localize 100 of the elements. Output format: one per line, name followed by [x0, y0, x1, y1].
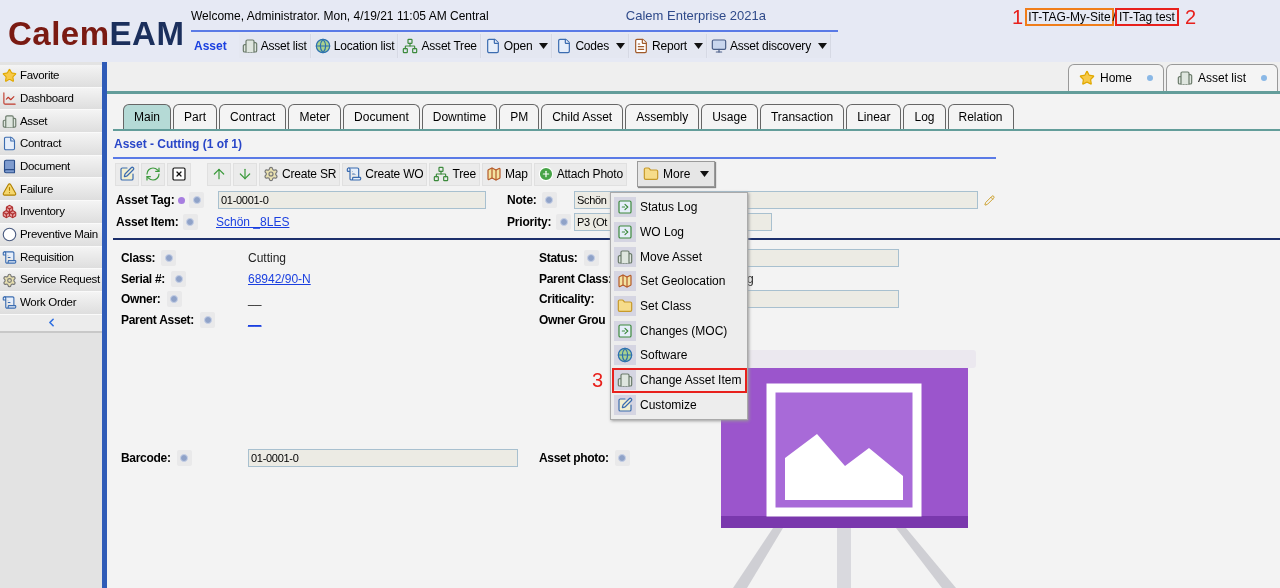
tab[interactable]: Contract [219, 104, 287, 129]
help-icon[interactable] [200, 311, 216, 328]
field-label: Asset photo: [539, 450, 609, 467]
gear-icon [2, 272, 17, 288]
field-value: Cutting [248, 250, 287, 268]
tab[interactable]: Log [903, 104, 946, 129]
menu-item[interactable]: Customize [612, 392, 747, 418]
sidebar-item[interactable]: Requisition [0, 246, 102, 270]
field-label: Barcode: [121, 450, 171, 467]
edit-icon [119, 166, 135, 182]
globe-icon [314, 38, 331, 54]
annotation-number: 1 [1012, 5, 1024, 29]
action-button[interactable]: Tree [429, 162, 480, 186]
help-icon[interactable] [556, 214, 572, 230]
gear-icon [263, 166, 279, 182]
sidebar-item[interactable]: Favorite [0, 65, 102, 88]
welcome-text: Welcome, Administrator. Mon, 4/19/21 11:05 AM Central [191, 7, 489, 25]
tab[interactable]: Downtime [421, 104, 498, 129]
sidebar-item[interactable]: Failure [0, 178, 102, 202]
globe-icon [617, 347, 633, 364]
field-label: Asset Tag: [116, 192, 175, 209]
field-label: Class: [121, 250, 156, 268]
field-label: Serial #: [121, 270, 165, 288]
help-icon[interactable] [541, 192, 557, 208]
star-icon [1078, 70, 1095, 86]
sidebar-item[interactable]: Contract [0, 133, 102, 156]
action-button[interactable]: Create WO [342, 162, 428, 186]
menu-item[interactable]: Changes (MOC) [612, 318, 747, 344]
tab[interactable]: Main [123, 104, 171, 129]
help-icon[interactable] [166, 291, 182, 308]
icon-button[interactable] [167, 162, 191, 186]
tab[interactable]: Relation [947, 104, 1014, 129]
field-label: Owner: [121, 291, 161, 309]
map-icon [617, 273, 633, 290]
report-icon [633, 38, 650, 54]
building-icon [617, 248, 633, 265]
link[interactable]: Schön _8LES [216, 215, 290, 229]
menu-item[interactable]: Software [612, 343, 747, 368]
link[interactable]: 68942/90-N [248, 269, 311, 288]
tab[interactable]: Meter [288, 104, 342, 129]
sidebar-item[interactable]: Work Order [0, 291, 102, 315]
help-icon[interactable] [614, 450, 630, 466]
sidebar-item[interactable]: Preventive Main [0, 223, 102, 247]
toolbar-button[interactable]: Asset Tree [399, 34, 481, 58]
menu-item[interactable]: Set Class [612, 293, 747, 319]
tab[interactable]: Child Asset [541, 104, 624, 129]
help-icon[interactable] [182, 214, 198, 230]
tab[interactable]: Part [173, 104, 218, 129]
book-icon [2, 159, 17, 175]
logo: CalemEAM [8, 16, 185, 50]
pencil-icon[interactable] [984, 194, 995, 206]
help-icon[interactable] [176, 450, 192, 466]
tab[interactable]: PM [499, 104, 540, 129]
input-field[interactable]: 01-0001-0 [248, 449, 518, 467]
field-label: Status: [539, 250, 578, 268]
help-icon[interactable] [189, 192, 205, 208]
building-icon [2, 113, 17, 129]
open-page-tab[interactable]: Home [1067, 64, 1164, 91]
link[interactable]: __ [248, 310, 262, 329]
folder-icon [617, 298, 633, 315]
plus-icon [537, 166, 554, 182]
caret-icon [700, 171, 710, 177]
action-button[interactable]: Attach Photo [533, 162, 627, 186]
open-page-tab[interactable]: Asset list [1166, 64, 1278, 91]
field-label: Note: [507, 192, 537, 209]
sidebar-item[interactable]: Asset [0, 110, 102, 134]
tab[interactable]: Linear [846, 104, 902, 129]
sidebar-item[interactable]: Dashboard [0, 87, 102, 111]
close-icon [171, 166, 187, 182]
field-value: __ [248, 291, 262, 309]
field-label: Owner Grou [539, 311, 606, 329]
scroll-icon [2, 295, 17, 311]
menu-item[interactable]: Move Asset [612, 244, 747, 270]
more-button[interactable]: More [636, 161, 716, 187]
tab[interactable]: Document [343, 104, 420, 129]
map-icon [485, 166, 502, 182]
sidebar-item[interactable]: Document [0, 155, 102, 179]
action-button[interactable]: Create SR [259, 162, 341, 186]
input-field[interactable]: 01-0001-0 [218, 191, 486, 209]
warning-icon [2, 181, 17, 197]
tab[interactable]: Transaction [759, 104, 845, 129]
action-button[interactable]: Map [481, 162, 532, 186]
menu-item[interactable]: Change Asset Item [612, 367, 747, 393]
help-icon[interactable] [583, 250, 599, 267]
menu-item[interactable]: WO Log [612, 219, 747, 245]
field-label: Parent Class: [539, 270, 612, 288]
sidebar-item[interactable]: Inventory [0, 201, 102, 224]
arrow-right-icon [617, 322, 633, 339]
star-icon [2, 68, 17, 84]
menu-item[interactable]: Set Geolocation [612, 269, 747, 294]
arrow-right-icon [617, 224, 633, 241]
monitor-icon [710, 38, 727, 54]
icon-button[interactable] [115, 162, 139, 186]
tab[interactable]: Usage [701, 104, 758, 129]
sidebar-item[interactable]: Service Request [0, 269, 102, 292]
tab[interactable]: Assembly [625, 104, 700, 129]
refresh-icon [145, 166, 161, 182]
help-icon[interactable] [161, 250, 177, 267]
help-icon[interactable] [171, 270, 186, 287]
folder-icon [642, 166, 659, 182]
